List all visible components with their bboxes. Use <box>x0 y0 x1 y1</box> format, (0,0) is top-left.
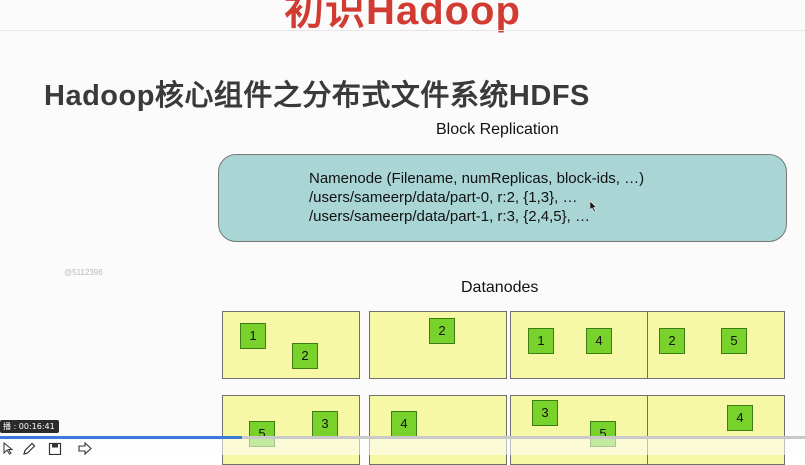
block-3: 3 <box>312 411 338 437</box>
datanodes-label: Datanodes <box>461 279 539 296</box>
block-1: 1 <box>240 323 266 349</box>
namenode-line-part-1: /users/sameerp/data/part-1, r:3, {2,4,5}… <box>309 208 590 225</box>
block-4: 4 <box>391 411 417 437</box>
namenode-line-part-0: /users/sameerp/data/part-0, r:2, {1,3}, … <box>309 189 578 206</box>
block-4: 4 <box>586 328 612 354</box>
block-2: 2 <box>292 343 318 369</box>
block-2: 2 <box>429 318 455 344</box>
block-4: 4 <box>727 405 753 431</box>
block-replication-label: Block Replication <box>436 121 559 138</box>
slide-heading: Hadoop核心组件之分布式文件系统HDFS <box>44 80 590 112</box>
watermark: @5112396 <box>64 268 103 277</box>
mouse-cursor-icon <box>590 201 597 212</box>
save-icon[interactable] <box>48 442 62 455</box>
namenode-line-header: Namenode (Filename, numReplicas, block-i… <box>309 170 645 187</box>
time-indicator: 播 : 00:16:41 <box>0 420 59 433</box>
block-1: 1 <box>528 328 554 354</box>
namenode-box: Namenode (Filename, numReplicas, block-i… <box>218 154 787 242</box>
slide: 初识Hadoop Hadoop核心组件之分布式文件系统HDFS Block Re… <box>0 0 805 465</box>
block-3: 3 <box>532 400 558 426</box>
progress-fill[interactable] <box>0 436 242 439</box>
arrow-icon[interactable] <box>2 442 16 455</box>
datanode-3: 1 4 <box>510 311 648 379</box>
datanode-4: 2 5 <box>647 311 785 379</box>
block-5: 5 <box>721 328 747 354</box>
datanode-2: 2 <box>369 311 507 379</box>
datanode-1: 1 2 <box>222 311 360 379</box>
pen-icon[interactable] <box>22 442 36 455</box>
title-divider <box>0 30 805 31</box>
forward-icon[interactable] <box>78 442 92 455</box>
block-2: 2 <box>659 328 685 354</box>
